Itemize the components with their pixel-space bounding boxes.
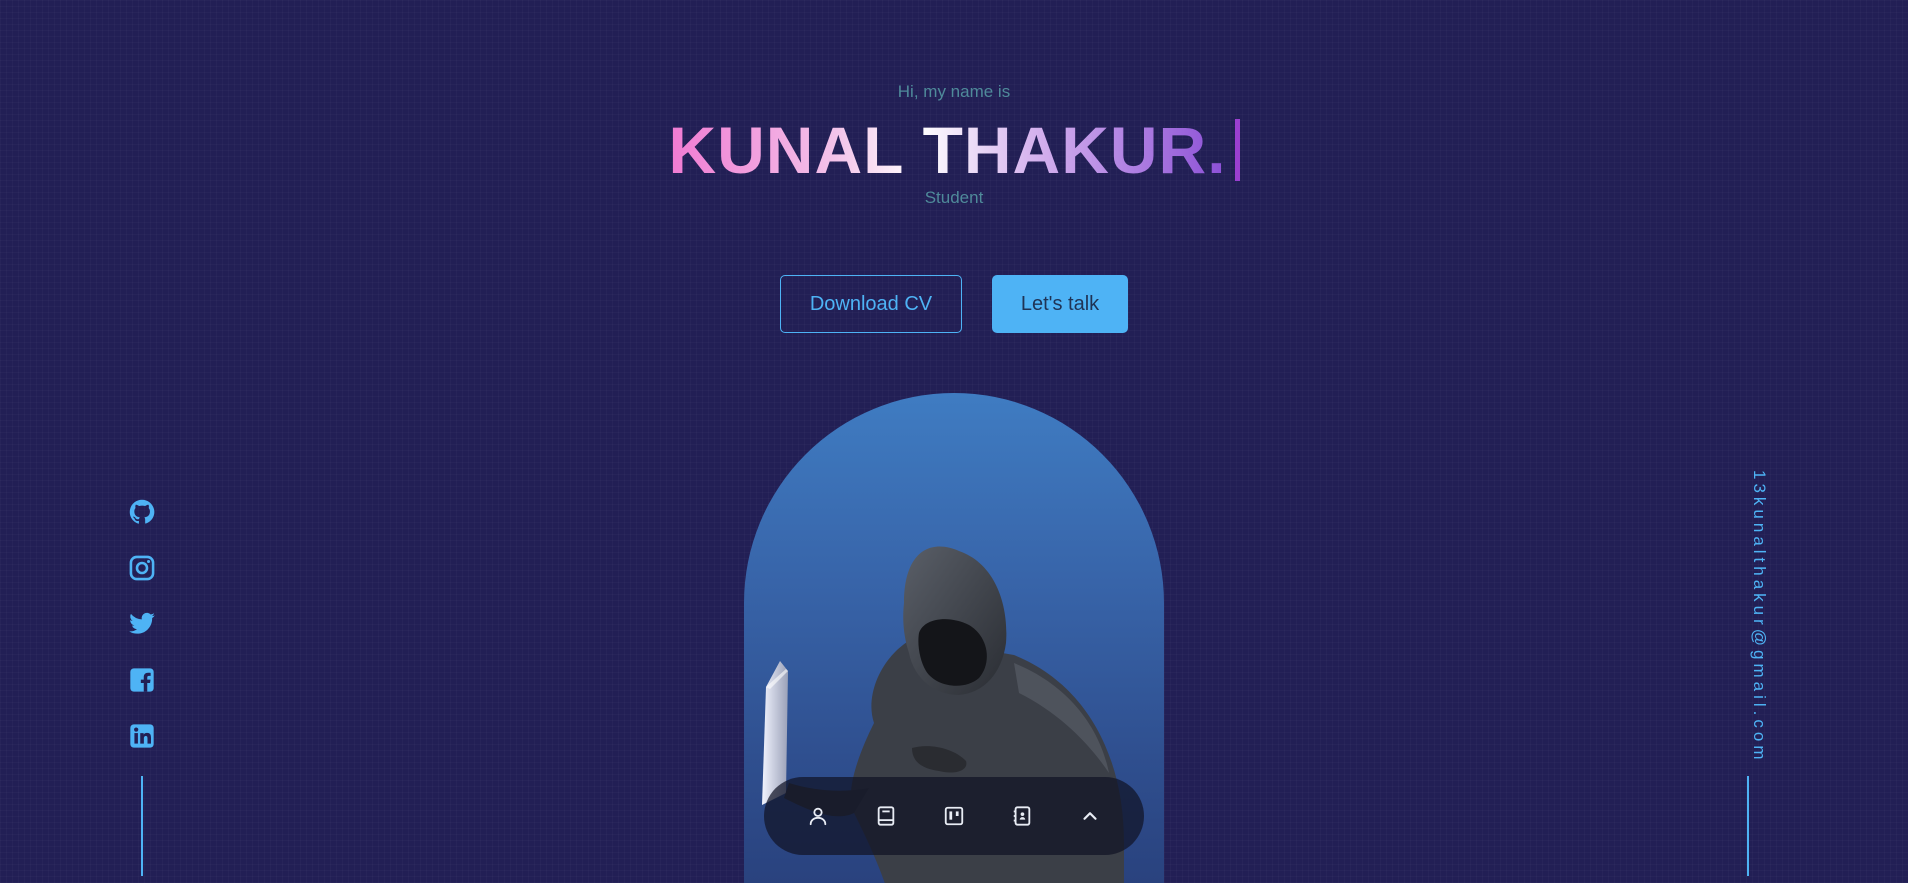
download-cv-button[interactable]: Download CV: [780, 275, 962, 333]
typing-cursor: [1234, 119, 1240, 181]
role-text: Student: [924, 188, 984, 207]
greeting-text: Hi, my name is: [897, 82, 1011, 101]
social-links: [128, 498, 156, 778]
name-heading-wrap: KUNAL THAKUR.: [0, 110, 1908, 190]
nav-item-scroll-top[interactable]: [1056, 788, 1124, 844]
linkedin-icon[interactable]: [128, 722, 156, 750]
nav-item-about[interactable]: [784, 788, 852, 844]
hero-section: Hi, my name is KUNAL THAKUR. Student Dow…: [0, 0, 1908, 883]
kanban-icon: [944, 806, 964, 826]
email-divider-line: [1747, 776, 1749, 876]
user-icon: [809, 807, 827, 826]
name-heading: KUNAL THAKUR.: [668, 110, 1226, 190]
contact-book-icon: [1013, 806, 1031, 826]
github-icon[interactable]: [128, 498, 156, 526]
book-icon: [877, 806, 895, 826]
twitter-icon[interactable]: [128, 610, 156, 638]
nav-item-portfolio[interactable]: [920, 788, 988, 844]
email-link[interactable]: 13kunalthakur@gmail.com: [1749, 470, 1769, 764]
nav-item-experience[interactable]: [852, 788, 920, 844]
social-divider-line: [141, 776, 143, 876]
instagram-icon[interactable]: [128, 554, 156, 582]
chevron-up-icon: [1083, 812, 1097, 820]
lets-talk-button[interactable]: Let's talk: [992, 275, 1128, 333]
nav-item-contact[interactable]: [988, 788, 1056, 844]
facebook-icon[interactable]: [128, 666, 156, 694]
bottom-nav: [764, 777, 1144, 855]
